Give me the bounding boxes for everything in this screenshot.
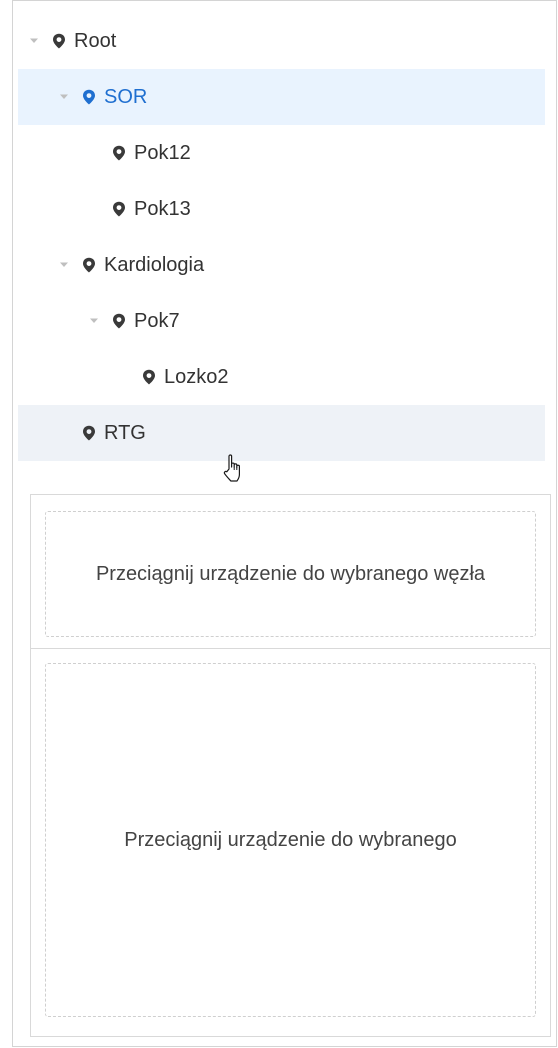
map-marker-icon [112, 145, 126, 161]
tree-node-label: Pok12 [134, 142, 191, 164]
tree-node-label: Pok7 [134, 310, 180, 332]
map-marker-icon [82, 89, 96, 105]
drop-zone-top[interactable]: Przeciągnij urządzenie do wybranego węzł… [45, 511, 536, 637]
map-marker-icon [82, 257, 96, 273]
tree-node-label: Kardiologia [104, 254, 205, 276]
tree-node-root[interactable]: Root [18, 13, 545, 69]
drop-zone-instruction: Przeciągnij urządzenie do wybranego węzł… [95, 563, 486, 585]
caret-down-icon[interactable] [88, 315, 100, 327]
map-marker-icon [52, 33, 66, 49]
drop-zone-bottom[interactable]: Przeciągnij urządzenie do wybranego [45, 663, 536, 1017]
tree-node-lozko2[interactable]: Lozko2 [18, 349, 545, 405]
tree-node-sor[interactable]: SOR [18, 69, 545, 125]
tree-node-rtg[interactable]: RTG [18, 405, 545, 461]
tree-node-pok7[interactable]: Pok7 [18, 293, 545, 349]
tree-node-label: SOR [104, 86, 148, 108]
map-marker-icon [82, 425, 96, 441]
drop-zone-instruction: Przeciągnij urządzenie do wybranego [124, 829, 457, 851]
tree-node-label: RTG [104, 422, 146, 444]
tree-node-pok13[interactable]: Pok13 [18, 181, 545, 237]
tree-node-label: Lozko2 [164, 366, 229, 388]
map-marker-icon [112, 201, 126, 217]
caret-down-icon[interactable] [28, 35, 40, 47]
tree-node-pok12[interactable]: Pok12 [18, 125, 545, 181]
drop-area-divider [31, 648, 550, 649]
caret-down-icon[interactable] [58, 91, 70, 103]
location-tree: Root SOR Pok12 Pok13 Kardiologia Pok7 Lo… [18, 13, 545, 461]
tree-node-kardiologia[interactable]: Kardiologia [18, 237, 545, 293]
hand-cursor-icon [222, 452, 248, 488]
map-marker-icon [142, 369, 156, 385]
device-drop-area: Przeciągnij urządzenie do wybranego węzł… [30, 494, 551, 1037]
caret-down-icon[interactable] [58, 259, 70, 271]
tree-node-label: Pok13 [134, 198, 191, 220]
map-marker-icon [112, 313, 126, 329]
tree-node-label: Root [74, 30, 117, 52]
